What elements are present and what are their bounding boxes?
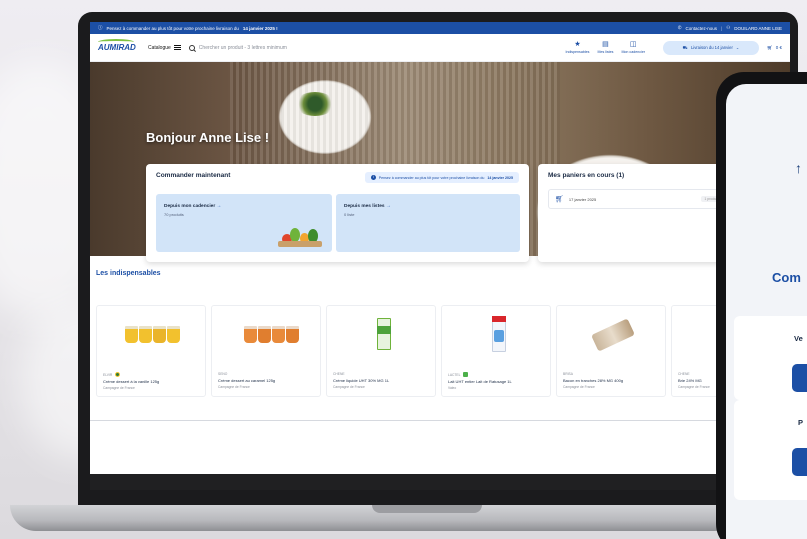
contact-link[interactable]: Contactez-nous: [685, 26, 717, 31]
phone-card-button[interactable]: [792, 364, 807, 392]
history-icon: ◫: [629, 41, 637, 48]
hero-banner: Bonjour Anne Lise ! Commander maintenant…: [90, 62, 790, 262]
baskets-title: Mes paniers en cours (1): [548, 172, 625, 179]
topbar-notice-date: 14 janvier 2025 !: [242, 25, 278, 31]
basket-date: 17 janvier 2025: [568, 196, 597, 202]
product-image: [103, 312, 199, 358]
cart-icon: 🛒︎: [555, 196, 564, 203]
nutriscore-icon: [463, 372, 469, 377]
cart-icon: 🛒︎: [767, 44, 773, 50]
produce-illustration: [278, 224, 322, 247]
product-origin: Valeo: [448, 386, 457, 390]
order-notice: i Pensez à commander au plus tôt pour vo…: [364, 172, 519, 183]
product-name: Crème liquide UHT 30% MG 1L: [333, 378, 390, 383]
info-icon: i: [370, 175, 376, 180]
greeting-title: Bonjour Anne Lise !: [146, 130, 270, 145]
product-origin: Campagne de France: [333, 385, 365, 389]
nutriscore-icon: [115, 372, 121, 377]
nav-mes-listes[interactable]: ▤ Mes listes: [597, 41, 613, 54]
delivery-date-selector[interactable]: ⛟ Livraison du 14 janvier ⌄: [663, 40, 760, 55]
product-card[interactable]: SENO Crème dessert au caramel 125g Campa…: [211, 305, 321, 397]
cadencier-count: 70 produits: [164, 212, 184, 217]
laptop-screen: ⓘ Pensez à commander au plus tôt pour vo…: [90, 22, 790, 490]
truck-icon: ⛟: [682, 44, 688, 50]
product-name: Lait UHT entier Lait de Ratusage 1L: [448, 379, 512, 384]
chevron-down-icon: ⌄: [735, 45, 740, 50]
list-icon: ▤: [602, 41, 609, 48]
product-name: Bacon en tranches 28% MG 400g: [563, 378, 624, 383]
arrow-right-icon: →: [216, 204, 222, 209]
phone-title: Com: [772, 270, 801, 285]
phone-icon: ✆: [677, 25, 682, 30]
product-image: [333, 312, 429, 358]
topbar-notice: Pensez à commander au plus tôt pour votr…: [106, 25, 239, 31]
product-card[interactable]: BRISA Bacon en tranches 28% MG 400g Camp…: [556, 305, 666, 397]
phone-card[interactable]: Ve: [734, 316, 807, 400]
product-carousel: ELVIR Crème dessert à la vanille 125g Ca…: [90, 277, 790, 397]
phone-card-label: P: [798, 418, 804, 427]
order-now-card: Commander maintenant i Pensez à commande…: [146, 164, 529, 262]
product-origin: Campagne de France: [563, 385, 595, 389]
info-icon: ⓘ: [98, 25, 103, 30]
product-card[interactable]: CHENE Crème liquide UHT 30% MG 1L Campag…: [326, 305, 436, 397]
order-from-cadencier-button[interactable]: Depuis mon cadencier → 70 produits: [156, 194, 332, 252]
product-name: Crème dessert à la vanille 125g: [103, 379, 160, 384]
phone-card-button[interactable]: [792, 448, 807, 476]
product-card[interactable]: LACTEL Lait UHT entier Lait de Ratusage …: [441, 305, 551, 397]
product-name: Crème dessert au caramel 125g: [218, 378, 276, 383]
product-origin: Campagne de France: [218, 385, 250, 389]
product-image: [563, 312, 659, 358]
basket-item[interactable]: 🛒︎ 17 janvier 2025 1 produit: [548, 189, 728, 209]
search-icon: [188, 44, 195, 51]
cart-button[interactable]: 🛒︎ 0 €: [767, 45, 782, 51]
product-image: [218, 312, 314, 358]
hamburger-icon: [173, 45, 181, 50]
user-menu[interactable]: DOUILARD ANNE LISE: [734, 26, 782, 31]
nav-mon-cadencier[interactable]: ◫ Mon cadencier: [621, 41, 645, 54]
lists-count: 0 liste: [344, 212, 355, 217]
info-topbar: ⓘ Pensez à commander au plus tôt pour vo…: [90, 22, 790, 34]
search-input[interactable]: Chercher un produit - 3 lettres minimum: [188, 44, 459, 51]
phone-card[interactable]: P: [734, 400, 807, 500]
arrow-up-icon: ↑: [795, 160, 802, 176]
arrow-right-icon: →: [385, 204, 391, 209]
nav-indispensables[interactable]: ★ Indispensables: [565, 41, 589, 54]
screen-bezel-bottom: [90, 474, 790, 490]
product-card[interactable]: ELVIR Crème dessert à la vanille 125g Ca…: [96, 305, 206, 397]
search-placeholder: Chercher un produit - 3 lettres minimum: [198, 44, 287, 51]
star-icon: ★: [574, 41, 581, 48]
main-header: AUMIRAD Catalogue Chercher un produit - …: [90, 34, 790, 62]
phone-card-label: Ve: [794, 334, 803, 343]
product-origin: Campagne de France: [103, 386, 135, 390]
catalog-menu-button[interactable]: Catalogue: [148, 45, 181, 51]
brand-logo[interactable]: AUMIRAD: [98, 39, 140, 52]
user-icon: ⚇: [726, 25, 731, 30]
product-image: [448, 312, 544, 358]
baskets-card: Mes paniers en cours (1) Voir 🛒︎ 17 janv…: [538, 164, 738, 262]
order-from-lists-button[interactable]: Depuis mes listes → 0 liste: [336, 194, 520, 252]
header-nav: ★ Indispensables ▤ Mes listes ◫ Mon cade…: [565, 41, 645, 54]
